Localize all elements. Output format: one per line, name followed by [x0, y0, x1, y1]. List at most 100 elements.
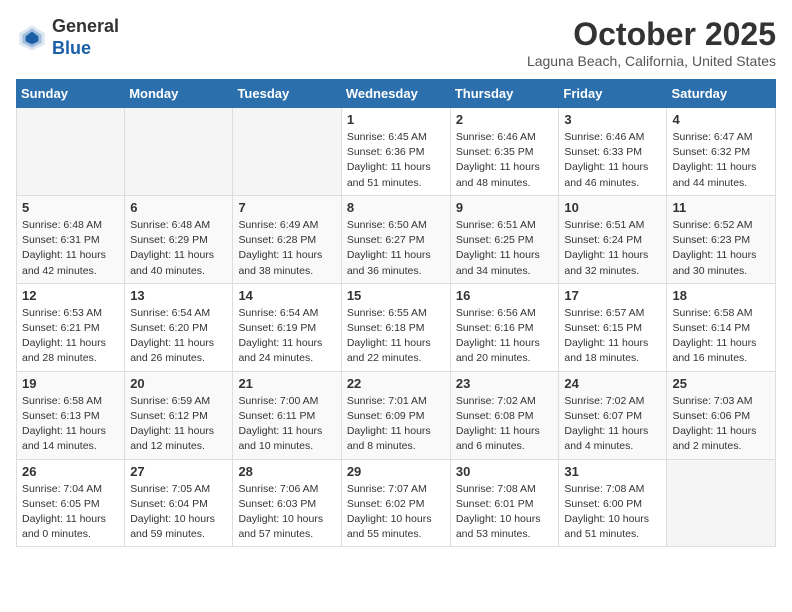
calendar-cell: 2 Sunrise: 6:46 AMSunset: 6:35 PMDayligh… [450, 108, 559, 196]
month-title: October 2025 [527, 16, 776, 53]
day-number: 9 [456, 200, 554, 215]
day-number: 4 [672, 112, 770, 127]
day-number: 24 [564, 376, 661, 391]
logo-blue: Blue [52, 38, 91, 58]
day-header-friday: Friday [559, 80, 667, 108]
day-header-sunday: Sunday [17, 80, 125, 108]
logo-general: General [52, 16, 119, 36]
calendar-cell: 5 Sunrise: 6:48 AMSunset: 6:31 PMDayligh… [17, 195, 125, 283]
day-info: Sunrise: 7:04 AMSunset: 6:05 PMDaylight:… [22, 482, 119, 543]
day-number: 2 [456, 112, 554, 127]
calendar-cell: 30 Sunrise: 7:08 AMSunset: 6:01 PMDaylig… [450, 459, 559, 547]
calendar-cell: 13 Sunrise: 6:54 AMSunset: 6:20 PMDaylig… [125, 283, 233, 371]
day-info: Sunrise: 6:52 AMSunset: 6:23 PMDaylight:… [672, 218, 770, 279]
calendar-cell: 19 Sunrise: 6:58 AMSunset: 6:13 PMDaylig… [17, 371, 125, 459]
calendar-cell: 7 Sunrise: 6:49 AMSunset: 6:28 PMDayligh… [233, 195, 341, 283]
calendar-cell: 26 Sunrise: 7:04 AMSunset: 6:05 PMDaylig… [17, 459, 125, 547]
calendar-week-row: 26 Sunrise: 7:04 AMSunset: 6:05 PMDaylig… [17, 459, 776, 547]
calendar-cell: 20 Sunrise: 6:59 AMSunset: 6:12 PMDaylig… [125, 371, 233, 459]
day-info: Sunrise: 7:08 AMSunset: 6:00 PMDaylight:… [564, 482, 661, 543]
day-info: Sunrise: 7:02 AMSunset: 6:08 PMDaylight:… [456, 394, 554, 455]
day-info: Sunrise: 6:46 AMSunset: 6:33 PMDaylight:… [564, 130, 661, 191]
day-info: Sunrise: 6:58 AMSunset: 6:13 PMDaylight:… [22, 394, 119, 455]
day-info: Sunrise: 6:55 AMSunset: 6:18 PMDaylight:… [347, 306, 445, 367]
day-number: 15 [347, 288, 445, 303]
day-number: 25 [672, 376, 770, 391]
day-info: Sunrise: 6:47 AMSunset: 6:32 PMDaylight:… [672, 130, 770, 191]
calendar-week-row: 1 Sunrise: 6:45 AMSunset: 6:36 PMDayligh… [17, 108, 776, 196]
calendar-cell: 1 Sunrise: 6:45 AMSunset: 6:36 PMDayligh… [341, 108, 450, 196]
calendar-cell: 23 Sunrise: 7:02 AMSunset: 6:08 PMDaylig… [450, 371, 559, 459]
day-header-thursday: Thursday [450, 80, 559, 108]
calendar-week-row: 19 Sunrise: 6:58 AMSunset: 6:13 PMDaylig… [17, 371, 776, 459]
calendar-cell: 15 Sunrise: 6:55 AMSunset: 6:18 PMDaylig… [341, 283, 450, 371]
day-info: Sunrise: 7:03 AMSunset: 6:06 PMDaylight:… [672, 394, 770, 455]
day-info: Sunrise: 7:06 AMSunset: 6:03 PMDaylight:… [238, 482, 335, 543]
day-info: Sunrise: 6:58 AMSunset: 6:14 PMDaylight:… [672, 306, 770, 367]
day-info: Sunrise: 7:00 AMSunset: 6:11 PMDaylight:… [238, 394, 335, 455]
calendar-cell [667, 459, 776, 547]
calendar-cell: 6 Sunrise: 6:48 AMSunset: 6:29 PMDayligh… [125, 195, 233, 283]
day-info: Sunrise: 6:48 AMSunset: 6:31 PMDaylight:… [22, 218, 119, 279]
logo: General Blue [16, 16, 119, 59]
calendar-cell: 12 Sunrise: 6:53 AMSunset: 6:21 PMDaylig… [17, 283, 125, 371]
day-info: Sunrise: 6:51 AMSunset: 6:24 PMDaylight:… [564, 218, 661, 279]
day-info: Sunrise: 7:07 AMSunset: 6:02 PMDaylight:… [347, 482, 445, 543]
day-info: Sunrise: 6:46 AMSunset: 6:35 PMDaylight:… [456, 130, 554, 191]
day-number: 23 [456, 376, 554, 391]
location: Laguna Beach, California, United States [527, 53, 776, 69]
day-number: 14 [238, 288, 335, 303]
day-info: Sunrise: 6:51 AMSunset: 6:25 PMDaylight:… [456, 218, 554, 279]
calendar-table: SundayMondayTuesdayWednesdayThursdayFrid… [16, 79, 776, 547]
day-info: Sunrise: 6:49 AMSunset: 6:28 PMDaylight:… [238, 218, 335, 279]
day-number: 22 [347, 376, 445, 391]
day-number: 21 [238, 376, 335, 391]
calendar-cell: 18 Sunrise: 6:58 AMSunset: 6:14 PMDaylig… [667, 283, 776, 371]
day-number: 10 [564, 200, 661, 215]
calendar-cell: 4 Sunrise: 6:47 AMSunset: 6:32 PMDayligh… [667, 108, 776, 196]
day-number: 11 [672, 200, 770, 215]
day-number: 8 [347, 200, 445, 215]
calendar-cell: 8 Sunrise: 6:50 AMSunset: 6:27 PMDayligh… [341, 195, 450, 283]
calendar-cell: 10 Sunrise: 6:51 AMSunset: 6:24 PMDaylig… [559, 195, 667, 283]
calendar-cell: 3 Sunrise: 6:46 AMSunset: 6:33 PMDayligh… [559, 108, 667, 196]
calendar-cell: 11 Sunrise: 6:52 AMSunset: 6:23 PMDaylig… [667, 195, 776, 283]
calendar-cell: 28 Sunrise: 7:06 AMSunset: 6:03 PMDaylig… [233, 459, 341, 547]
day-number: 27 [130, 464, 227, 479]
day-number: 17 [564, 288, 661, 303]
day-number: 26 [22, 464, 119, 479]
day-info: Sunrise: 6:56 AMSunset: 6:16 PMDaylight:… [456, 306, 554, 367]
calendar-cell: 29 Sunrise: 7:07 AMSunset: 6:02 PMDaylig… [341, 459, 450, 547]
day-number: 28 [238, 464, 335, 479]
day-number: 18 [672, 288, 770, 303]
day-number: 6 [130, 200, 227, 215]
calendar-week-row: 12 Sunrise: 6:53 AMSunset: 6:21 PMDaylig… [17, 283, 776, 371]
day-number: 5 [22, 200, 119, 215]
day-info: Sunrise: 6:53 AMSunset: 6:21 PMDaylight:… [22, 306, 119, 367]
calendar-cell: 31 Sunrise: 7:08 AMSunset: 6:00 PMDaylig… [559, 459, 667, 547]
calendar-cell [233, 108, 341, 196]
day-number: 29 [347, 464, 445, 479]
day-info: Sunrise: 6:59 AMSunset: 6:12 PMDaylight:… [130, 394, 227, 455]
calendar-header-row: SundayMondayTuesdayWednesdayThursdayFrid… [17, 80, 776, 108]
calendar-cell: 17 Sunrise: 6:57 AMSunset: 6:15 PMDaylig… [559, 283, 667, 371]
title-block: October 2025 Laguna Beach, California, U… [527, 16, 776, 69]
day-number: 31 [564, 464, 661, 479]
day-number: 3 [564, 112, 661, 127]
logo-icon [16, 22, 48, 54]
page-header: General Blue October 2025 Laguna Beach, … [16, 16, 776, 69]
day-info: Sunrise: 7:02 AMSunset: 6:07 PMDaylight:… [564, 394, 661, 455]
day-info: Sunrise: 7:01 AMSunset: 6:09 PMDaylight:… [347, 394, 445, 455]
calendar-week-row: 5 Sunrise: 6:48 AMSunset: 6:31 PMDayligh… [17, 195, 776, 283]
day-number: 16 [456, 288, 554, 303]
day-info: Sunrise: 7:05 AMSunset: 6:04 PMDaylight:… [130, 482, 227, 543]
day-number: 1 [347, 112, 445, 127]
calendar-cell: 16 Sunrise: 6:56 AMSunset: 6:16 PMDaylig… [450, 283, 559, 371]
day-header-monday: Monday [125, 80, 233, 108]
calendar-cell: 22 Sunrise: 7:01 AMSunset: 6:09 PMDaylig… [341, 371, 450, 459]
calendar-cell: 24 Sunrise: 7:02 AMSunset: 6:07 PMDaylig… [559, 371, 667, 459]
day-number: 13 [130, 288, 227, 303]
calendar-cell: 27 Sunrise: 7:05 AMSunset: 6:04 PMDaylig… [125, 459, 233, 547]
logo-text: General Blue [52, 16, 119, 59]
calendar-cell: 21 Sunrise: 7:00 AMSunset: 6:11 PMDaylig… [233, 371, 341, 459]
